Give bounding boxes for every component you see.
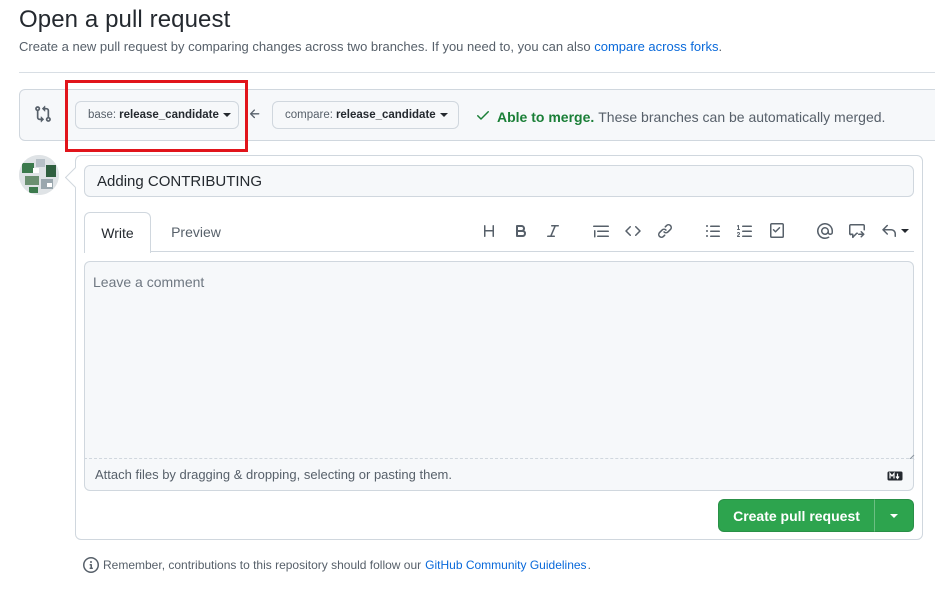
merge-ok-label: Able to merge. (497, 108, 595, 125)
link-icon[interactable] (656, 222, 674, 240)
unordered-list-icon[interactable] (704, 222, 722, 240)
community-guidelines-link[interactable]: GitHub Community Guidelines (425, 558, 586, 572)
editor-tabs: Write Preview (84, 212, 914, 253)
italic-icon[interactable] (544, 222, 562, 240)
compare-branch-name: release_candidate (335, 109, 436, 121)
attach-files-text: Attach files by dragging & dropping, sel… (95, 467, 452, 482)
community-guidelines-note: Remember, contributions to this reposito… (83, 557, 591, 573)
comment-textarea[interactable] (84, 261, 914, 459)
reply-icon[interactable] (880, 222, 910, 240)
footer-end: . (587, 558, 591, 572)
ordered-list-icon[interactable] (736, 222, 754, 240)
subtitle-text: Create a new pull request by comparing c… (19, 39, 591, 54)
quote-icon[interactable] (592, 222, 610, 240)
git-compare-icon (34, 105, 52, 123)
attach-files-bar[interactable]: Attach files by dragging & dropping, sel… (84, 459, 914, 491)
task-list-icon[interactable] (768, 222, 786, 240)
markdown-icon[interactable] (887, 469, 903, 481)
base-branch-name: release_candidate (119, 109, 219, 121)
tab-write[interactable]: Write (84, 212, 151, 253)
merge-status: Able to merge. These branches can be aut… (475, 107, 885, 126)
create-options-dropdown[interactable] (874, 499, 914, 532)
subtitle-end: . (718, 39, 723, 54)
bold-icon[interactable] (512, 222, 530, 240)
compare-branch-selector[interactable]: compare: release_candidate (272, 101, 459, 129)
base-branch-selector[interactable]: base: release_candidate (75, 101, 239, 129)
heading-icon[interactable] (480, 222, 498, 240)
merge-detail: These branches can be automatically merg… (598, 108, 886, 125)
info-icon (83, 557, 99, 573)
pr-title-input[interactable] (84, 165, 914, 197)
branch-range-bar: base: release_candidate compare: release… (19, 89, 935, 141)
create-pull-request-button[interactable]: Create pull request (718, 499, 875, 532)
compare-prefix: compare: (285, 109, 333, 121)
reference-icon[interactable] (848, 222, 866, 240)
chevron-down-icon (901, 229, 909, 233)
arrow-left-icon (248, 107, 262, 121)
code-icon[interactable] (624, 222, 642, 240)
page-title: Open a pull request (19, 6, 231, 33)
chevron-down-icon (222, 113, 231, 117)
header-divider (19, 72, 935, 73)
check-icon (475, 107, 491, 126)
page-subtitle: Create a new pull request by comparing c… (19, 39, 722, 54)
footer-text: Remember, contributions to this reposito… (103, 558, 422, 572)
tab-preview[interactable]: Preview (162, 212, 230, 252)
chevron-down-icon (439, 113, 448, 117)
chevron-down-icon (890, 513, 898, 518)
mention-icon[interactable] (816, 222, 834, 240)
compare-across-forks-link[interactable]: compare across forks (594, 39, 718, 54)
pr-composer: Write Preview (75, 155, 923, 540)
base-prefix: base: (88, 109, 117, 121)
avatar[interactable] (19, 155, 59, 195)
